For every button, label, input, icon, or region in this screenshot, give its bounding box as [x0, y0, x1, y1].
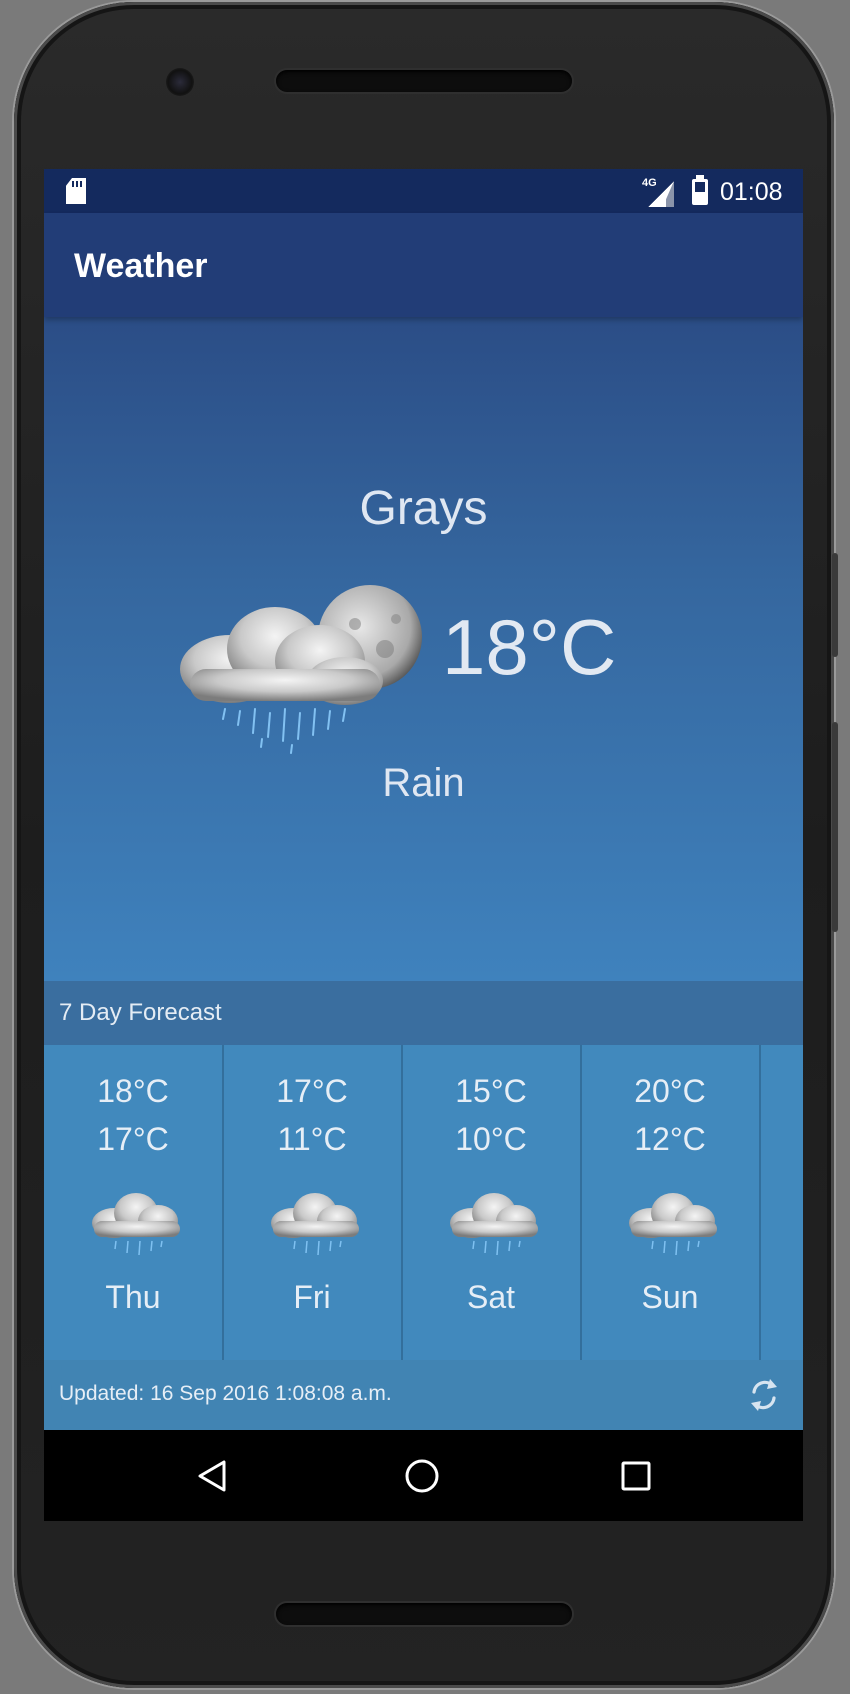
city-name: Grays [359, 482, 488, 535]
status-time: 01:08 [720, 178, 783, 206]
bottom-speaker [276, 1603, 572, 1625]
forecast-day-item[interactable]: 17°C 11°C Fri [223, 1045, 403, 1360]
status-bar: 4G 01:08 [44, 169, 803, 213]
forecast-high: 18°C [97, 1073, 169, 1109]
navigation-bar [44, 1430, 803, 1521]
back-icon[interactable] [194, 1458, 230, 1494]
weather-description: Rain [382, 761, 465, 805]
forecast-high: 20°C [634, 1073, 706, 1109]
battery-charging-icon [692, 175, 708, 205]
last-updated-text: Updated: 16 Sep 2016 1:08:08 a.m. [59, 1382, 392, 1405]
forecast-list[interactable]: 18°C 17°C Thu 17°C 11°C Fri 15°C 10°C Sa… [44, 1045, 803, 1360]
forecast-day-name: Sat [466, 1279, 516, 1315]
signal-icon [648, 181, 674, 207]
forecast-day-name: Fri [293, 1279, 331, 1315]
rain-cloud-icon [450, 1193, 538, 1256]
forecast-low: 11°C [277, 1121, 347, 1157]
forecast-title: 7 Day Forecast [59, 999, 222, 1026]
current-temperature: 18°C [442, 603, 617, 691]
volume-button [832, 722, 838, 932]
front-camera [166, 68, 194, 96]
forecast-high: 17°C [276, 1073, 348, 1109]
forecast-day-name: Thu [105, 1279, 161, 1315]
home-icon[interactable] [404, 1458, 440, 1494]
forecast-day-item[interactable]: 20°C 12°C Sun [581, 1045, 761, 1360]
top-speaker [276, 70, 572, 92]
recents-icon[interactable] [620, 1460, 652, 1492]
forecast-low: 17°C [97, 1121, 169, 1157]
power-button [832, 553, 838, 657]
screen: 4G 01:08 Weather Grays [44, 169, 803, 1521]
update-bar: Updated: 16 Sep 2016 1:08:08 a.m. [44, 1360, 803, 1430]
app-bar: Weather [44, 213, 803, 317]
forecast-day-name: Sun [641, 1279, 699, 1315]
forecast-header: 7 Day Forecast [44, 981, 803, 1045]
forecast-day-item-partial[interactable] [760, 1045, 803, 1360]
rain-cloud-icon [629, 1193, 717, 1256]
rain-cloud-icon [92, 1193, 180, 1256]
forecast-low: 10°C [455, 1121, 527, 1157]
forecast-day-item[interactable]: 18°C 17°C Thu [44, 1045, 224, 1360]
refresh-icon[interactable] [746, 1376, 782, 1414]
forecast-low: 12°C [634, 1121, 706, 1157]
sd-card-icon [66, 178, 86, 204]
app-title: Weather [74, 247, 208, 285]
night-rain-cloud-icon [180, 585, 422, 754]
current-weather-panel: Grays 18°C Rain [44, 317, 803, 981]
rain-cloud-icon [271, 1193, 359, 1256]
forecast-high: 15°C [455, 1073, 527, 1109]
forecast-day-item[interactable]: 15°C 10°C Sat [402, 1045, 582, 1360]
